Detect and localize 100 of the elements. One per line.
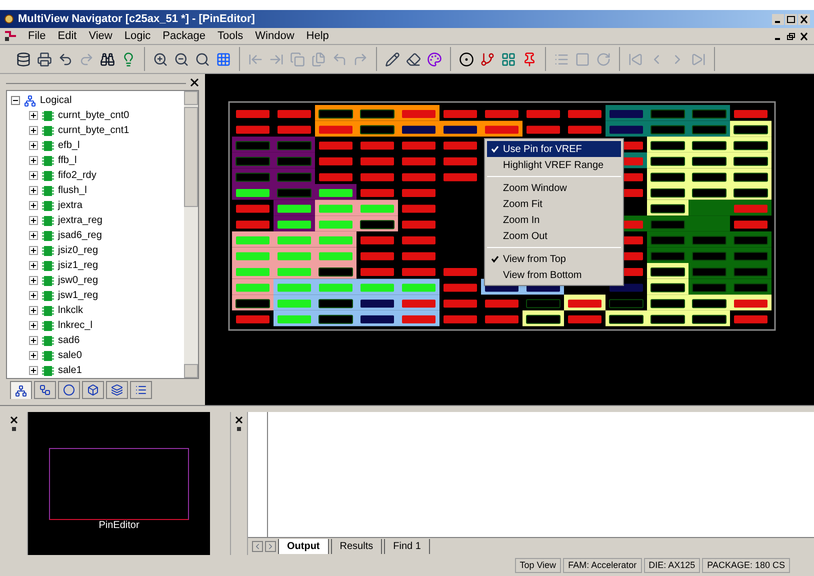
chip-icon (42, 304, 54, 316)
tree-item[interactable]: Logical (40, 93, 72, 108)
menu-item[interactable]: Edit (52, 28, 83, 44)
expand-icon[interactable] (29, 261, 38, 270)
expand-icon[interactable] (29, 216, 38, 225)
expand-icon[interactable] (29, 141, 38, 150)
tab[interactable]: Output (278, 539, 329, 554)
panel-tab[interactable] (58, 381, 80, 399)
panel-tab[interactable] (10, 381, 32, 399)
lightbulb-icon[interactable] (121, 52, 136, 66)
hierarchy-icon (24, 94, 36, 106)
expand-icon[interactable] (29, 336, 38, 345)
chip-icon (42, 290, 54, 302)
menu-item[interactable]: Zoom Out (487, 228, 621, 244)
menu-item[interactable]: Window (249, 28, 300, 44)
expand-icon[interactable] (29, 246, 38, 255)
undo-icon[interactable] (58, 52, 73, 66)
menu-item[interactable]: Zoom In (487, 212, 621, 228)
branch-icon[interactable] (480, 52, 495, 66)
blocks-icon[interactable] (501, 52, 516, 66)
panel-tab[interactable] (34, 381, 56, 399)
menu-item[interactable]: Package (156, 28, 212, 44)
tree-item[interactable]: lnkrec_l (58, 318, 92, 333)
scroll-left-icon[interactable] (252, 541, 263, 552)
expand-icon[interactable] (29, 276, 38, 285)
circle-icon[interactable] (459, 52, 474, 66)
tab[interactable]: Find 1 (384, 539, 430, 554)
close-icon[interactable] (798, 14, 810, 24)
tree-item[interactable]: jsiz1_reg (58, 258, 98, 273)
chip-icon (42, 320, 54, 332)
menu-item[interactable]: View from Top (487, 251, 621, 267)
panel-tab[interactable] (130, 381, 152, 399)
grid-icon[interactable] (216, 52, 231, 66)
expand-icon[interactable] (29, 186, 38, 195)
expand-icon[interactable] (29, 201, 38, 210)
panel-tab[interactable] (106, 381, 128, 399)
menu-item[interactable]: Logic (118, 28, 157, 44)
expand-icon[interactable] (29, 321, 38, 330)
ellipse-icon (63, 384, 75, 396)
printer-icon[interactable] (37, 52, 52, 66)
panel-tab[interactable] (82, 381, 104, 399)
search-icon[interactable] (195, 52, 210, 66)
expand-icon[interactable] (29, 306, 38, 315)
tree-item[interactable]: curnt_byte_cnt0 (58, 108, 130, 123)
close-icon[interactable] (10, 416, 18, 424)
close-icon[interactable] (235, 416, 243, 424)
chip-icon (42, 230, 54, 242)
close-icon[interactable] (798, 30, 810, 42)
menu-item[interactable]: Tools (211, 28, 250, 44)
tree-item[interactable]: sale1 (58, 363, 82, 378)
app-icon (4, 14, 14, 24)
tree-item[interactable]: jsad6_reg (58, 228, 102, 243)
expand-icon[interactable] (29, 291, 38, 300)
menu-item[interactable]: Use Pin for VREF (487, 141, 621, 157)
database-icon[interactable] (16, 52, 31, 66)
scrollbar[interactable] (184, 91, 198, 378)
tree-item[interactable]: efb_l (58, 138, 80, 153)
expand-icon[interactable] (29, 126, 38, 135)
zoom-out-icon[interactable] (174, 52, 189, 66)
maximize-icon[interactable] (785, 14, 797, 24)
menu-item[interactable]: View from Bottom (487, 267, 621, 283)
tab[interactable]: Results (330, 539, 382, 554)
document-icon (4, 30, 18, 42)
tree-item[interactable]: fifo2_rdy (58, 168, 96, 183)
expand-icon[interactable] (29, 111, 38, 120)
tree-item[interactable]: jsw0_reg (58, 273, 98, 288)
overview-label: PinEditor (98, 518, 140, 532)
pencil-icon[interactable] (385, 52, 400, 66)
close-icon[interactable] (190, 78, 199, 87)
menu-item[interactable]: Highlight VREF Range (487, 157, 621, 173)
tree-item[interactable]: ffb_l (58, 153, 77, 168)
scroll-right-icon[interactable] (265, 541, 276, 552)
minimize-icon[interactable] (772, 14, 784, 24)
menu-item[interactable]: View (82, 28, 118, 44)
tree-item[interactable]: jextra_reg (58, 213, 102, 228)
expand-icon[interactable] (29, 351, 38, 360)
menu-item[interactable]: File (22, 28, 52, 44)
zoom-in-icon[interactable] (153, 52, 168, 66)
menu-item[interactable]: Zoom Fit (487, 196, 621, 212)
status-field: DIE: AX125 (644, 558, 700, 574)
menu-item[interactable]: Zoom Window (487, 180, 621, 196)
chip-icon (42, 260, 54, 272)
tree-item[interactable]: curnt_byte_cnt1 (58, 123, 130, 138)
tree-item[interactable]: jextra (58, 198, 82, 213)
expand-icon[interactable] (29, 231, 38, 240)
menu-item[interactable]: Help (300, 28, 335, 44)
tree-item[interactable]: jsiz0_reg (58, 243, 98, 258)
tree-item[interactable]: sad6 (58, 333, 80, 348)
expand-icon[interactable] (29, 156, 38, 165)
tree-item[interactable]: flush_l (58, 183, 87, 198)
chip-icon (42, 214, 54, 226)
binoculars-icon[interactable] (100, 52, 115, 66)
expand-icon[interactable] (29, 171, 38, 180)
eraser-icon[interactable] (406, 52, 421, 66)
collapse-icon[interactable] (11, 96, 20, 105)
palette-icon[interactable] (427, 52, 442, 66)
expand-icon[interactable] (29, 366, 38, 375)
tree-item[interactable]: sale0 (58, 348, 82, 363)
tree-item[interactable]: jsw1_reg (58, 288, 98, 303)
tree-item[interactable]: lnkclk (58, 303, 84, 318)
